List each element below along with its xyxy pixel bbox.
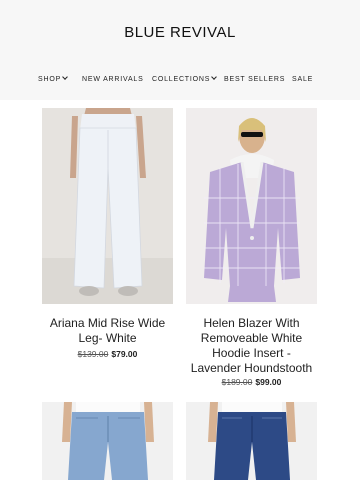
wide-leg-jeans-photo (42, 108, 173, 304)
nav-item-shop[interactable]: SHOP (38, 74, 68, 83)
nav-item-collections[interactable]: COLLECTIONS (152, 74, 218, 83)
main-nav: SHOP NEW ARRIVALS COLLECTIONS BEST SELLE… (0, 74, 360, 88)
product-image-ariana[interactable] (42, 108, 173, 304)
nav-item-new-arrivals[interactable]: NEW ARRIVALS (82, 76, 144, 83)
product-image-dark-denim[interactable] (186, 402, 317, 480)
nav-label-collections: COLLECTIONS (152, 76, 211, 83)
chevron-down-icon (62, 74, 68, 80)
product-price-helen-blazer: $189.00 $99.00 (186, 377, 317, 387)
product-price-ariana: $139.00 $79.00 (42, 349, 173, 359)
dark-jeans-photo (186, 402, 317, 480)
site-header: BLUE REVIVAL SHOP NEW ARRIVALS COLLECTIO… (0, 0, 360, 100)
chevron-down-icon (211, 74, 218, 80)
product-title-helen-blazer[interactable]: Helen Blazer With Removeable White Hoodi… (186, 316, 317, 376)
nav-item-best-sellers[interactable]: BEST SELLERS (224, 76, 285, 83)
nav-label-shop: SHOP (38, 76, 62, 83)
product-image-helen-blazer[interactable] (186, 108, 317, 304)
sale-price: $79.00 (111, 349, 138, 359)
compare-at-price: $189.00 (221, 377, 253, 387)
light-jeans-photo (42, 402, 173, 480)
product-title-ariana[interactable]: Ariana Mid Rise Wide Leg- White (42, 316, 173, 346)
nav-label-new-arrivals: NEW ARRIVALS (82, 76, 144, 83)
sale-price: $99.00 (255, 377, 282, 387)
product-image-light-denim[interactable] (42, 402, 173, 480)
lavender-blazer-photo (186, 108, 317, 304)
compare-at-price: $139.00 (77, 349, 109, 359)
brand-logo[interactable]: BLUE REVIVAL (0, 24, 360, 41)
nav-item-sale[interactable]: SALE (292, 76, 313, 83)
nav-label-best-sellers: BEST SELLERS (224, 76, 286, 83)
nav-label-sale: SALE (292, 76, 314, 83)
